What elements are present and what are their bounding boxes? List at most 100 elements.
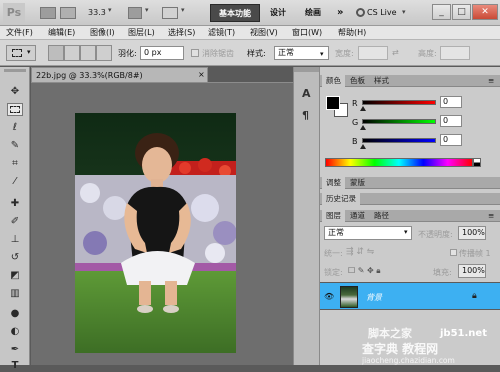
menu-help[interactable]: 帮助(H) xyxy=(338,27,366,39)
layer-name[interactable]: 背景 xyxy=(366,292,382,303)
tab-masks[interactable]: 蒙版 xyxy=(346,177,369,189)
svg-text:jiaocheng.chazidian.com: jiaocheng.chazidian.com xyxy=(362,356,455,365)
tab-channels[interactable]: 通道 xyxy=(346,210,369,222)
blue-slider-knob[interactable] xyxy=(360,144,366,149)
lock-icon: 🔒︎ xyxy=(472,291,477,301)
panel-menu-icon[interactable]: ≡ xyxy=(484,75,498,87)
menu-layer[interactable]: 图层(L) xyxy=(128,27,155,39)
blend-mode-select[interactable]: 正常 xyxy=(324,226,412,240)
toolbox-grip[interactable] xyxy=(4,69,26,72)
tab-history[interactable]: 历史记录 xyxy=(322,193,360,205)
green-value-input[interactable]: 0 xyxy=(440,115,462,127)
tool-preset-picker[interactable]: ▾ xyxy=(6,45,36,61)
icon-column-grip[interactable] xyxy=(294,67,319,72)
screen-mode-dropdown-icon[interactable]: ▾ xyxy=(181,6,185,14)
opacity-input[interactable]: 100% xyxy=(458,226,486,240)
history-brush-icon[interactable]: ↺ xyxy=(7,251,23,264)
document-close-icon[interactable]: × xyxy=(198,70,205,79)
quick-select-icon[interactable]: ✎ xyxy=(7,139,23,152)
propagate-checkbox[interactable] xyxy=(450,249,457,256)
height-input[interactable] xyxy=(440,46,470,60)
crop-icon[interactable]: ⌗ xyxy=(7,157,23,170)
canvas-image[interactable] xyxy=(75,113,236,353)
pen-icon[interactable]: ✒ xyxy=(7,343,23,356)
marquee-icon[interactable] xyxy=(7,103,23,116)
layers-menu-icon[interactable]: ≡ xyxy=(484,210,498,222)
height-label: 高度: xyxy=(418,49,437,58)
move-icon[interactable]: ✥ xyxy=(7,85,23,98)
red-slider-track[interactable] xyxy=(362,100,436,105)
menu-select[interactable]: 选择(S) xyxy=(168,27,195,39)
cslive-button[interactable]: CS Live xyxy=(367,4,397,22)
eye-icon[interactable]: 👁︎ xyxy=(324,292,334,301)
healing-icon[interactable]: ✚ xyxy=(7,197,23,210)
maximize-button[interactable]: □ xyxy=(452,4,471,20)
green-slider-track[interactable] xyxy=(362,119,436,124)
workspace-essentials-button[interactable]: 基本功能 xyxy=(210,4,260,22)
menu-edit[interactable]: 编辑(E) xyxy=(48,27,75,39)
character-icon[interactable]: A xyxy=(302,87,311,100)
green-slider-knob[interactable] xyxy=(360,125,366,130)
tab-paths[interactable]: 路径 xyxy=(370,210,393,222)
intersect-selection-icon[interactable] xyxy=(96,45,112,61)
add-selection-icon[interactable] xyxy=(64,45,80,61)
close-button[interactable]: ✕ xyxy=(472,4,498,20)
zoom-level[interactable]: 33.3 xyxy=(88,8,106,17)
screen-mode-icon[interactable] xyxy=(162,7,178,19)
stamp-icon[interactable]: ⊥ xyxy=(7,233,23,246)
tab-layers[interactable]: 图层 xyxy=(322,210,345,222)
menu-view[interactable]: 视图(V) xyxy=(250,27,278,39)
feather-input[interactable]: 0 px xyxy=(140,46,184,60)
menu-image[interactable]: 图像(I) xyxy=(90,27,115,39)
zoom-dropdown-icon[interactable]: ▾ xyxy=(108,6,112,14)
fill-input[interactable]: 100% xyxy=(458,264,486,278)
workspace-design-button[interactable]: 设计 xyxy=(270,4,286,22)
eraser-icon[interactable]: ◩ xyxy=(7,269,23,282)
menu-window[interactable]: 窗口(W) xyxy=(292,27,322,39)
paragraph-icon[interactable]: ¶ xyxy=(302,109,309,122)
layer-row-background[interactable]: 👁︎ 背景 🔒︎ xyxy=(320,282,500,310)
tab-swatches[interactable]: 色板 xyxy=(346,75,369,87)
more-workspaces-icon[interactable]: » xyxy=(337,4,343,22)
lasso-icon[interactable]: ℓ xyxy=(7,121,23,134)
dodge-icon[interactable]: ◐ xyxy=(7,325,23,338)
cslive-dropdown-icon[interactable]: ▾ xyxy=(402,8,406,16)
document-tab[interactable]: 22b.jpg @ 33.3%(RGB/8#) × xyxy=(31,67,208,82)
type-icon[interactable]: T xyxy=(7,359,23,372)
preset-dropdown-icon: ▾ xyxy=(27,48,31,56)
bridge-icon[interactable] xyxy=(40,7,56,19)
red-value-input[interactable]: 0 xyxy=(440,96,462,108)
swap-icon[interactable]: ⇄ xyxy=(392,48,399,57)
blue-slider-track[interactable] xyxy=(362,138,436,143)
menu-bar: 文件(F) 编辑(E) 图像(I) 图层(L) 选择(S) 滤镜(T) 视图(V… xyxy=(0,26,500,40)
minibridge-icon[interactable] xyxy=(60,7,76,19)
gradient-icon[interactable]: ▥ xyxy=(7,287,23,300)
unify-icons[interactable]: ⇶ ⇵ ⇋ xyxy=(346,247,374,257)
menu-filter[interactable]: 滤镜(T) xyxy=(208,27,235,39)
color-spectrum-bar[interactable] xyxy=(325,158,473,167)
minimize-button[interactable]: _ xyxy=(432,4,451,20)
tab-adjustments[interactable]: 调整 xyxy=(322,177,345,189)
color-panel-tabs: 颜色 色板 样式 ≡ xyxy=(320,75,500,87)
new-selection-icon[interactable] xyxy=(48,45,64,61)
blend-mode-dropdown-icon: ▾ xyxy=(404,228,408,236)
red-slider-knob[interactable] xyxy=(360,106,366,111)
tab-color[interactable]: 颜色 xyxy=(322,75,345,87)
tab-styles[interactable]: 样式 xyxy=(370,75,393,87)
menu-file[interactable]: 文件(F) xyxy=(6,27,33,39)
workspace-painting-button[interactable]: 绘画 xyxy=(305,4,321,22)
spectrum-black-white[interactable] xyxy=(473,158,481,167)
eyedropper-icon[interactable]: ⁄ xyxy=(7,175,23,188)
arrange-icon[interactable] xyxy=(128,7,142,19)
opacity-label: 不透明度: xyxy=(418,230,453,239)
subtract-selection-icon[interactable] xyxy=(80,45,96,61)
brush-icon[interactable]: ✐ xyxy=(7,215,23,228)
style-dropdown-icon: ▾ xyxy=(320,50,324,58)
blue-value-input[interactable]: 0 xyxy=(440,134,462,146)
layer-thumbnail xyxy=(340,286,358,308)
width-input[interactable] xyxy=(358,46,388,60)
arrange-dropdown-icon[interactable]: ▾ xyxy=(145,6,149,14)
antialias-checkbox[interactable] xyxy=(191,49,199,57)
lock-icons[interactable]: ☐ ✎ ✥ 🔒︎ xyxy=(348,266,380,276)
blur-icon[interactable]: ● xyxy=(7,307,23,320)
